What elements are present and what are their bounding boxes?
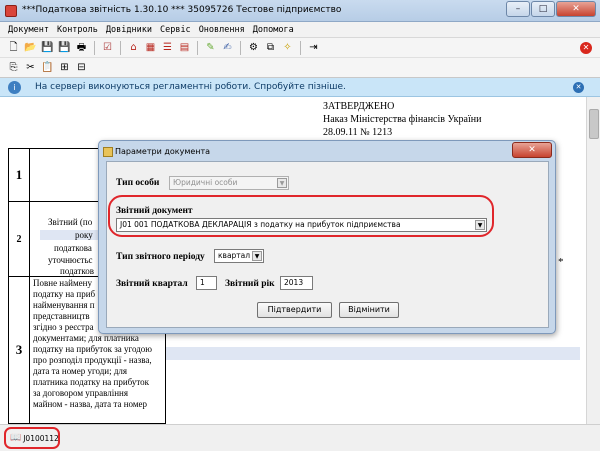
menu-control[interactable]: Контроль: [57, 25, 98, 35]
edit-icon[interactable]: ✎: [203, 40, 218, 55]
row3-line: про розподіл продукції - назва,: [33, 355, 152, 365]
window-title: ***Податкова звітність 1.30.10 *** 35095…: [22, 5, 342, 15]
copy-icon[interactable]: ⎘: [6, 60, 21, 75]
chevron-down-icon: ▼: [252, 251, 262, 261]
document-scrollbar[interactable]: [586, 97, 600, 424]
main-toolbar: 🗋 📂 💾 💾 🖶 ☑ ⌂ ▦ ☰ ▤ ✎ ✍ ⚙ ⧉ ✧ ⇥ ✕: [0, 38, 600, 58]
maximize-button[interactable]: □: [531, 1, 555, 17]
paste-icon[interactable]: 📋: [40, 60, 55, 75]
row3-line: документами; для платника: [33, 333, 139, 343]
open-folder-icon[interactable]: 📂: [23, 40, 38, 55]
cancel-button[interactable]: Відмінити: [339, 302, 399, 318]
row3-line: платника податку на прибуток: [33, 377, 150, 387]
save-as-icon[interactable]: 💾: [57, 40, 72, 55]
approval-line: Наказ Міністерства фінансів України: [323, 114, 482, 125]
server-notice-bar: i На сервері виконуються регламентні роб…: [0, 78, 600, 97]
close-window-button[interactable]: ✕: [556, 1, 596, 17]
highlight-ring: [108, 195, 494, 237]
new-document-icon[interactable]: 🗋: [6, 40, 21, 55]
approval-line: ЗАТВЕРДЖЕНО: [323, 101, 395, 112]
list-icon[interactable]: ☰: [160, 40, 175, 55]
document-code-badge[interactable]: 📖 J0100112: [4, 427, 60, 449]
quarter-label: Звітний квартал: [116, 279, 188, 289]
close-document-icon[interactable]: ✕: [580, 42, 592, 54]
dialog-close-button[interactable]: ✕: [512, 142, 552, 158]
document-code: J0100112: [23, 433, 59, 443]
settings-icon[interactable]: ⚙: [246, 40, 261, 55]
row-number: 1: [8, 148, 30, 202]
period-type-value: квартал: [218, 251, 251, 260]
dialog-icon: [103, 147, 113, 157]
row3-line: майном - назва, дата та номер: [33, 399, 148, 409]
menu-updates[interactable]: Оновлення: [199, 25, 245, 35]
copy-document-icon[interactable]: ⧉: [263, 40, 278, 55]
minimize-button[interactable]: –: [506, 1, 530, 17]
menu-document[interactable]: Документ: [8, 25, 49, 35]
menu-bar: Документ Контроль Довідники Сервіс Оновл…: [0, 22, 600, 38]
row-number: 3: [8, 276, 30, 424]
table-icon[interactable]: ▦: [143, 40, 158, 55]
insert-row-icon[interactable]: ⊞: [57, 60, 72, 75]
row3-line: за договором управління: [33, 388, 129, 398]
row2-line: уточнюєтьс: [48, 255, 93, 265]
secondary-toolbar: ⎘ ✂ 📋 ⊞ ⊟: [0, 58, 600, 78]
row3-highlight: [166, 347, 580, 360]
row3-line: дата та номер угоди; для: [33, 366, 128, 376]
status-bar: 📖 J0100112: [0, 424, 600, 451]
row-number: 2: [8, 201, 30, 277]
person-type-label: Тип особи: [116, 178, 160, 188]
home-icon[interactable]: ⌂: [126, 40, 141, 55]
menu-help[interactable]: Допомога: [253, 25, 294, 35]
person-type-select[interactable]: Юридичні особи ▼: [169, 176, 289, 190]
save-icon[interactable]: 💾: [40, 40, 55, 55]
chevron-down-icon: ▼: [277, 178, 287, 188]
document-parameters-dialog: Параметри документа ✕ Тип особи Юридичні…: [98, 140, 556, 334]
notice-close-icon[interactable]: ✕: [573, 82, 584, 93]
year-input[interactable]: 2013: [280, 276, 313, 290]
quarter-input[interactable]: 1: [196, 276, 217, 290]
menu-directories[interactable]: Довідники: [106, 25, 152, 35]
row2-line: податкова: [54, 243, 92, 253]
info-icon: i: [8, 81, 21, 94]
wizard-icon[interactable]: ✧: [280, 40, 295, 55]
approval-block: ЗАТВЕРДЖЕНО Наказ Міністерства фінансів …: [323, 100, 481, 139]
menu-service[interactable]: Сервіс: [160, 25, 191, 35]
notice-message: На сервері виконуються регламентні робот…: [35, 82, 346, 92]
year-label: Звітний рік: [225, 279, 275, 289]
exit-icon[interactable]: ⇥: [306, 40, 321, 55]
row2-line: Звітний (по: [48, 217, 93, 227]
app-icon: [5, 5, 17, 17]
row2-mark: *: [558, 256, 564, 268]
book-icon: 📖: [10, 433, 22, 443]
print-icon[interactable]: 🖶: [74, 40, 89, 55]
sign-icon[interactable]: ✍: [220, 40, 235, 55]
row2-line: року: [75, 230, 93, 240]
scrollbar-thumb[interactable]: [589, 109, 599, 139]
dialog-title: Параметри документа: [115, 147, 211, 156]
confirm-button[interactable]: Підтвердити: [257, 302, 332, 318]
person-type-value: Юридичні особи: [173, 178, 238, 187]
archive-icon[interactable]: ▤: [177, 40, 192, 55]
cut-icon[interactable]: ✂: [23, 60, 38, 75]
dialog-body: Тип особи Юридичні особи ▼ Звітний докум…: [106, 161, 549, 328]
period-type-label: Тип звітного періоду: [116, 252, 205, 262]
title-bar: ***Податкова звітність 1.30.10 *** 35095…: [0, 0, 600, 22]
row3-line: податку на прибуток за угодою: [33, 344, 153, 354]
row1-cell: [29, 148, 109, 202]
approval-line: 28.09.11 № 1213: [323, 127, 393, 138]
checklist-icon[interactable]: ☑: [100, 40, 115, 55]
delete-row-icon[interactable]: ⊟: [74, 60, 89, 75]
period-type-select[interactable]: квартал ▼: [214, 249, 264, 263]
